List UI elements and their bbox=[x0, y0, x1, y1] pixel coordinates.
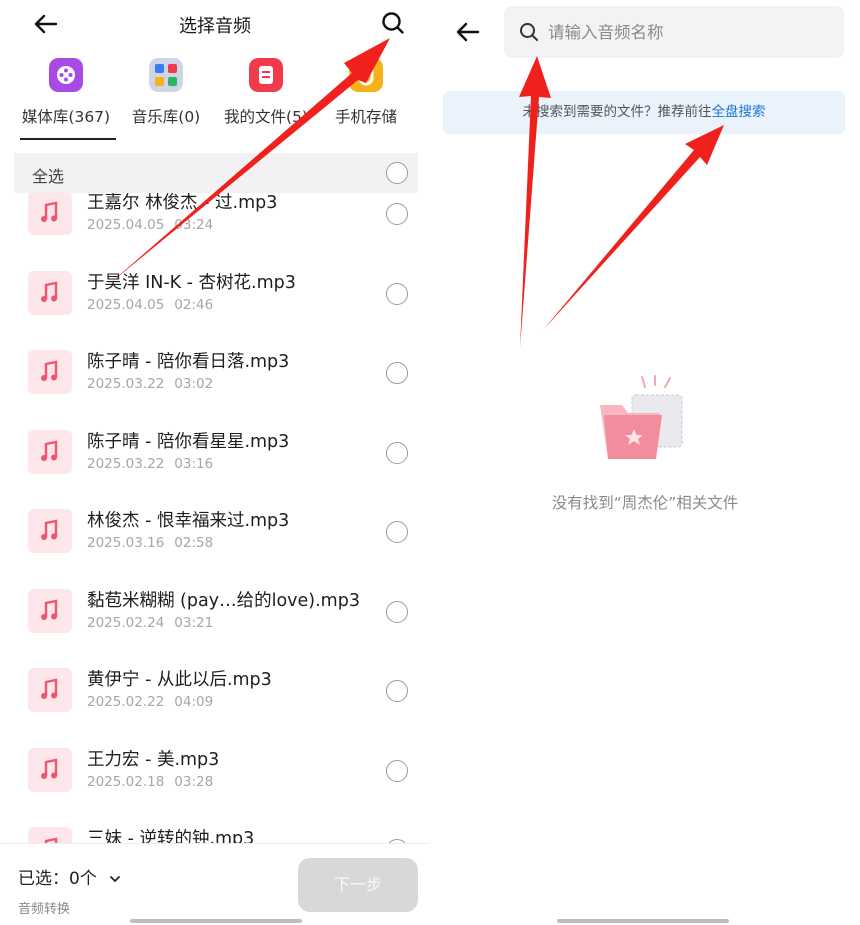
audio-file-date: 2025.03.22 bbox=[87, 376, 165, 392]
audio-file-name: 黄伊宁 - 从此以后.mp3 bbox=[87, 670, 272, 690]
search-box[interactable] bbox=[504, 6, 844, 58]
audio-convert-label: 音频转换 bbox=[18, 902, 71, 917]
search-icon bbox=[520, 23, 538, 41]
phone-storage-icon bbox=[349, 58, 383, 92]
select-all-radio[interactable] bbox=[386, 162, 408, 184]
audio-list-item[interactable]: 林俊杰 - 恨幸福来过.mp3 2025.03.16 02:58 bbox=[0, 491, 430, 571]
item-select-radio[interactable] bbox=[386, 521, 408, 543]
music-note-icon bbox=[28, 270, 72, 315]
audio-list-item[interactable]: 陈子晴 - 陪你看星星.mp3 2025.03.22 03:16 bbox=[0, 412, 430, 492]
item-select-radio[interactable] bbox=[386, 441, 408, 464]
audio-file-meta: 2025.02.24 03:21 bbox=[87, 615, 213, 631]
audio-list-item[interactable]: 王嘉尔 林俊杰 - 过.mp3 2025.04.05 03:24 bbox=[0, 193, 430, 253]
selected-count-toggle[interactable]: 已选：0个 bbox=[18, 864, 122, 889]
music-note-icon bbox=[28, 509, 72, 553]
music-note-icon bbox=[28, 668, 72, 712]
item-select-radio[interactable] bbox=[386, 680, 408, 702]
audio-file-list: 王嘉尔 林俊杰 - 过.mp3 2025.04.05 03:24 于昊洋 IN-K -… bbox=[0, 193, 430, 843]
active-tab-indicator bbox=[20, 138, 116, 140]
audio-file-name: 黏苞米糊糊 (pay…给的love).mp3 bbox=[87, 590, 360, 611]
back-arrow-icon[interactable] bbox=[452, 16, 484, 48]
audio-file-name: 王力宏 - 美.mp3 bbox=[87, 749, 220, 770]
music-note-icon bbox=[28, 429, 72, 474]
home-indicator[interactable] bbox=[130, 919, 302, 923]
audio-file-duration: 02:46 bbox=[174, 296, 214, 313]
audio-file-date: 2025.02.18 bbox=[87, 773, 165, 790]
tab-phone-storage[interactable]: 手机存储 bbox=[316, 58, 416, 127]
audio-search-screen: 未搜索到需要的文件？推荐前往全盘搜索 没有找到“周杰伦”相关文件 bbox=[430, 0, 860, 925]
audio-list-item[interactable]: 黏苞米糊糊 (pay…给的love).mp3 2025.02.24 03:21 bbox=[0, 571, 430, 651]
music-apps-icon bbox=[149, 58, 183, 92]
next-step-button[interactable]: 下一步 bbox=[298, 858, 418, 912]
audio-file-date: 2025.03.22 bbox=[87, 455, 165, 472]
audio-file-meta: 2025.02.18 03:28 bbox=[87, 774, 213, 790]
bottom-action-bar: 已选：0个 音频转换 下一步 bbox=[0, 843, 430, 925]
chevron-down-icon bbox=[110, 876, 121, 882]
music-note-icon bbox=[28, 827, 72, 843]
empty-folder-icon bbox=[600, 375, 683, 459]
search-tip-banner: 未搜索到需要的文件？推荐前往全盘搜索 bbox=[443, 91, 845, 134]
audio-file-date: 2025.04.05 bbox=[87, 217, 165, 233]
audio-file-name: 三妹 - 逆转的钟.mp3 bbox=[87, 829, 255, 843]
tab-label: 我的文件(5) bbox=[224, 108, 308, 126]
tab-label: 手机存储 bbox=[334, 108, 397, 126]
audio-file-meta: 2025.03.22 03:02 bbox=[87, 376, 213, 392]
select-audio-screen: 选择音频 媒体库(367) 音乐库(0) 我的文件(5) 手机存储 全选 王嘉尔… bbox=[0, 0, 430, 925]
tip-text: 未搜索到需要的文件？推荐前往 bbox=[522, 104, 712, 120]
music-note-icon bbox=[28, 193, 72, 235]
audio-file-name: 陈子晴 - 陪你看星星.mp3 bbox=[87, 431, 290, 452]
audio-file-meta: 2025.03.22 03:16 bbox=[87, 456, 213, 472]
music-note-icon bbox=[28, 588, 72, 633]
audio-search-input[interactable] bbox=[548, 14, 828, 50]
select-all-row[interactable]: 全选 bbox=[14, 153, 418, 193]
audio-file-duration: 02:58 bbox=[174, 535, 214, 551]
source-category-tabs: 媒体库(367) 音乐库(0) 我的文件(5) 手机存储 bbox=[14, 58, 418, 140]
audio-file-date: 2025.04.05 bbox=[87, 296, 165, 313]
audio-file-name: 陈子晴 - 陪你看日落.mp3 bbox=[87, 352, 290, 372]
page-title: 选择音频 bbox=[179, 16, 251, 37]
item-select-radio[interactable] bbox=[386, 203, 408, 225]
audio-list-item[interactable]: 于昊洋 IN-K - 杏树花.mp3 2025.04.05 02:46 bbox=[0, 253, 430, 333]
audio-file-name: 王嘉尔 林俊杰 - 过.mp3 bbox=[87, 193, 278, 213]
audio-file-duration: 04:09 bbox=[174, 694, 214, 710]
music-note-icon bbox=[28, 350, 72, 394]
tab-label: 媒体库(367) bbox=[21, 108, 111, 126]
audio-file-date: 2025.02.24 bbox=[87, 614, 165, 631]
item-select-radio[interactable] bbox=[386, 600, 408, 623]
audio-list-item[interactable]: 三妹 - 逆转的钟.mp3 bbox=[0, 809, 430, 843]
audio-file-duration: 03:28 bbox=[174, 773, 214, 790]
item-select-radio[interactable] bbox=[386, 362, 408, 384]
audio-file-meta: 2025.02.22 04:09 bbox=[87, 694, 213, 710]
item-select-radio[interactable] bbox=[386, 282, 408, 305]
home-indicator[interactable] bbox=[557, 919, 729, 923]
media-library-icon bbox=[49, 58, 83, 92]
audio-file-date: 2025.02.22 bbox=[87, 694, 165, 710]
search-icon[interactable] bbox=[380, 10, 406, 36]
full-disk-search-link[interactable]: 全盘搜索 bbox=[712, 104, 766, 120]
selected-count-label: 已选：0个 bbox=[18, 869, 97, 889]
select-all-label: 全选 bbox=[32, 167, 65, 186]
empty-result-text: 没有找到“周杰伦”相关文件 bbox=[551, 494, 739, 512]
audio-list-item[interactable]: 陈子晴 - 陪你看日落.mp3 2025.03.22 03:02 bbox=[0, 332, 430, 412]
audio-file-meta: 2025.04.05 02:46 bbox=[87, 297, 213, 313]
top-bar: 选择音频 bbox=[0, 0, 430, 48]
tab-my-files[interactable]: 我的文件(5) bbox=[216, 58, 316, 127]
item-select-radio[interactable] bbox=[386, 759, 408, 782]
audio-file-meta: 2025.03.16 02:58 bbox=[87, 535, 213, 551]
my-files-icon bbox=[249, 58, 283, 92]
audio-list-item[interactable]: 黄伊宁 - 从此以后.mp3 2025.02.22 04:09 bbox=[0, 650, 430, 730]
audio-file-name: 于昊洋 IN-K - 杏树花.mp3 bbox=[87, 272, 296, 293]
audio-file-date: 2025.03.16 bbox=[87, 535, 165, 551]
audio-file-duration: 03:02 bbox=[174, 376, 214, 392]
music-note-icon bbox=[28, 747, 72, 792]
audio-list-item[interactable]: 王力宏 - 美.mp3 2025.02.18 03:28 bbox=[0, 730, 430, 810]
audio-file-duration: 03:24 bbox=[174, 217, 214, 233]
tab-media-library[interactable]: 媒体库(367) bbox=[16, 58, 116, 127]
audio-file-name: 林俊杰 - 恨幸福来过.mp3 bbox=[87, 511, 290, 531]
audio-file-meta: 2025.04.05 03:24 bbox=[87, 217, 213, 233]
audio-file-duration: 03:16 bbox=[174, 455, 214, 472]
audio-file-duration: 03:21 bbox=[174, 614, 214, 631]
tab-music-library[interactable]: 音乐库(0) bbox=[116, 58, 216, 127]
tab-label: 音乐库(0) bbox=[131, 108, 201, 126]
